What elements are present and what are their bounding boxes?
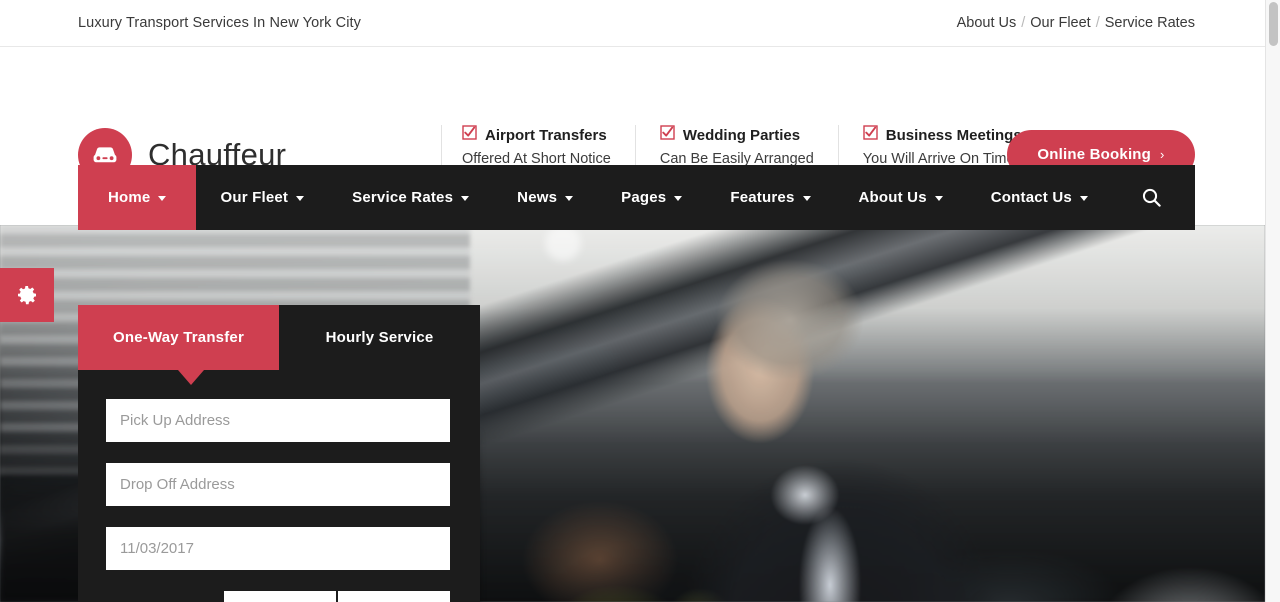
nav-label: Home	[108, 189, 151, 206]
booking-tab-list: One-Way Transfer Hourly Service	[78, 305, 480, 385]
nav-item-pages[interactable]: Pages	[597, 165, 706, 230]
nav-item-home[interactable]: Home	[78, 165, 197, 230]
gear-icon[interactable]	[0, 268, 54, 322]
topbar-links: About Us / Our Fleet / Service Rates	[957, 15, 1195, 31]
nav-item-contact-us[interactable]: Contact Us	[967, 165, 1112, 230]
topbar-separator-1: /	[1021, 15, 1026, 31]
topbar-link-our-fleet[interactable]: Our Fleet	[1030, 15, 1090, 31]
chevron-down-icon	[802, 196, 811, 201]
nav-label: Service Rates	[352, 189, 454, 206]
nav-item-news[interactable]: News	[493, 165, 597, 230]
chevron-down-icon	[565, 196, 574, 201]
booking-tab-label: One-Way Transfer	[112, 329, 244, 346]
feature-title: Wedding Parties	[682, 126, 801, 144]
nav-item-features[interactable]: Features	[706, 165, 834, 230]
booking-tab-one-way-transfer[interactable]: One-Way Transfer	[78, 305, 279, 370]
nav-item-service-rates[interactable]: Service Rates	[328, 165, 493, 230]
booking-form	[78, 370, 480, 602]
search-icon[interactable]	[1132, 165, 1195, 230]
nav-label: About Us	[858, 189, 927, 206]
chevron-down-icon	[158, 196, 167, 201]
date-input[interactable]	[106, 527, 450, 570]
browser-page: Luxury Transport Services In New York Ci…	[0, 0, 1280, 602]
page-scrollbar[interactable]	[1265, 0, 1280, 602]
topbar-link-about-us[interactable]: About Us	[957, 15, 1017, 31]
booking-tab-hourly-service[interactable]: Hourly Service	[279, 305, 480, 370]
topbar-separator-2: /	[1095, 15, 1100, 31]
nav-item-our-fleet[interactable]: Our Fleet	[196, 165, 328, 230]
time-minute-select[interactable]	[338, 591, 450, 602]
nav-label: Pages	[621, 189, 667, 206]
nav-label: Features	[730, 189, 795, 206]
checkbox-checked-icon	[660, 125, 675, 146]
feature-title: Airport Transfers	[485, 126, 607, 144]
online-booking-label: Online Booking	[1037, 146, 1152, 163]
site-header: Chauffeur Airport Transfers Offered At S…	[0, 47, 1265, 187]
main-navigation: Home Our Fleet Service Rates News Pages …	[78, 165, 1195, 230]
feature-title-row: Wedding Parties	[660, 125, 814, 146]
feature-title-row: Business Meetings	[863, 125, 1022, 146]
chevron-down-icon	[296, 196, 305, 201]
booking-widget: One-Way Transfer Hourly Service	[78, 305, 480, 602]
site-tagline: Luxury Transport Services In New York Ci…	[78, 15, 362, 31]
nav-label: Contact Us	[990, 189, 1072, 206]
chevron-down-icon	[461, 196, 470, 201]
time-hour-select[interactable]	[224, 591, 336, 602]
nav-item-about-us[interactable]: About Us	[835, 165, 967, 230]
checkbox-checked-icon	[462, 125, 477, 146]
dropoff-address-input[interactable]	[106, 463, 450, 506]
topbar-link-service-rates[interactable]: Service Rates	[1105, 15, 1195, 31]
feature-title-row: Airport Transfers	[462, 125, 611, 146]
chevron-down-icon	[674, 196, 683, 201]
feature-title: Business Meetings	[885, 126, 1022, 144]
checkbox-checked-icon	[863, 125, 878, 146]
active-tab-pointer	[178, 370, 204, 385]
nav-label: News	[517, 189, 558, 206]
time-selector-row	[224, 591, 452, 602]
nav-label: Our Fleet	[220, 189, 289, 206]
scrollbar-thumb[interactable]	[1269, 2, 1278, 46]
chevron-right-icon: ›	[1160, 147, 1165, 162]
page-viewport: Luxury Transport Services In New York Ci…	[0, 0, 1265, 602]
pickup-address-input[interactable]	[106, 399, 450, 442]
hero-light-bokeh	[545, 225, 581, 261]
booking-tab-label: Hourly Service	[325, 329, 434, 346]
utility-topbar: Luxury Transport Services In New York Ci…	[0, 0, 1265, 47]
chevron-down-icon	[1079, 196, 1088, 201]
chevron-down-icon	[934, 196, 943, 201]
